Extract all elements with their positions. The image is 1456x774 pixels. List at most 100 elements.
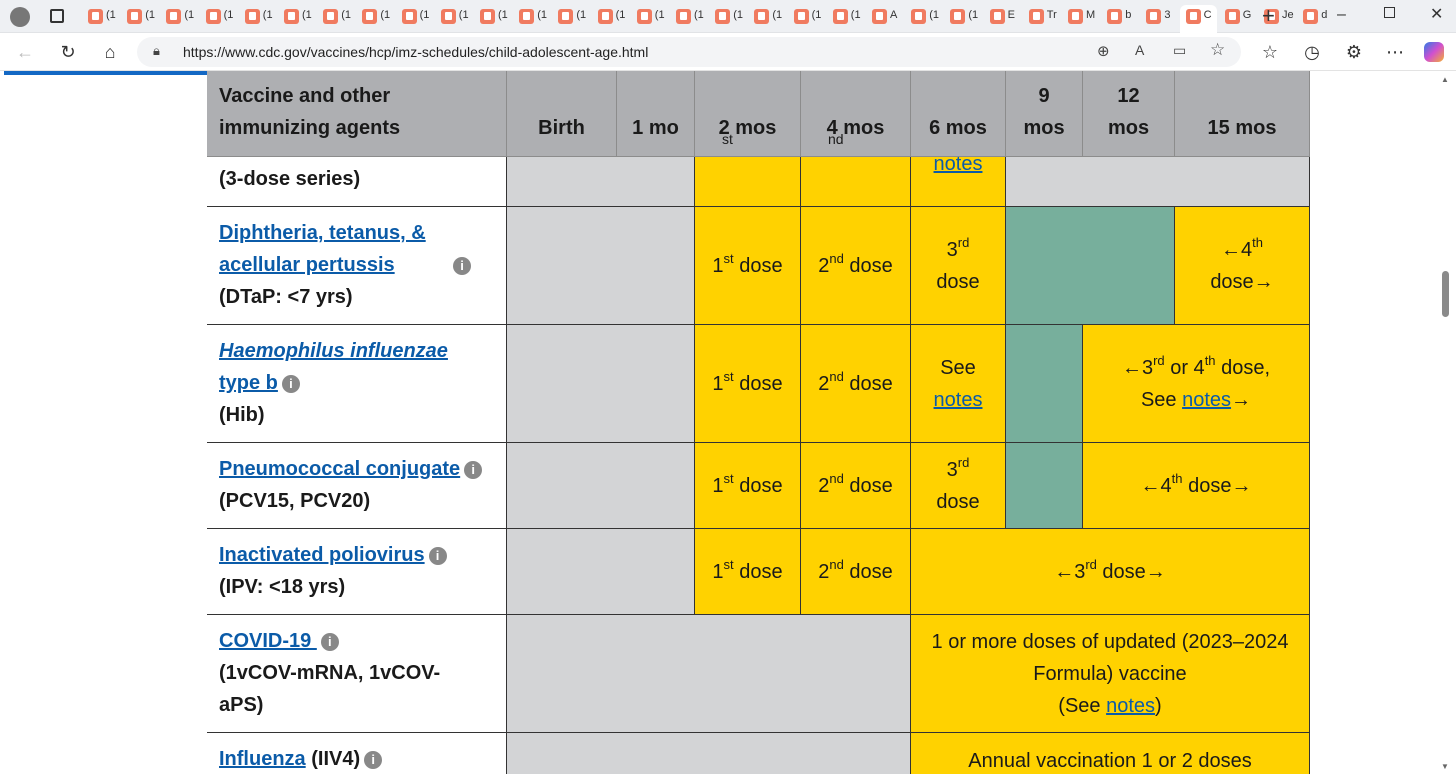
hib-dose3-4-cell: ←3rd or 4th dose, See notes→ [1083, 325, 1310, 443]
browser-tab[interactable]: (1 [82, 5, 119, 29]
tab-favicon-icon [1224, 9, 1240, 24]
scrollbar-thumb[interactable] [1442, 271, 1449, 317]
browser-tab[interactable]: (1 [278, 5, 315, 29]
tab-title: E [1007, 9, 1015, 21]
browser-tab[interactable]: (1 [670, 5, 707, 29]
tab-favicon-icon [950, 9, 966, 24]
history-icon[interactable]: ◷ [1299, 39, 1325, 65]
home-icon[interactable]: ⌂ [97, 39, 123, 65]
covid-notes-link[interactable]: notes [1106, 695, 1155, 717]
browser-tab[interactable]: (1 [474, 5, 511, 29]
browser-tab[interactable]: (1 [905, 5, 942, 29]
browser-tab[interactable]: M [1062, 5, 1099, 29]
restore-button[interactable] [1384, 7, 1395, 18]
browser-tab[interactable]: (1 [239, 5, 276, 29]
hib-notes-link[interactable]: notes [934, 389, 983, 411]
browser-tab[interactable]: (1 [356, 5, 393, 29]
hib-info-icon[interactable]: i [281, 374, 300, 393]
browser-tab[interactable]: (1 [592, 5, 629, 29]
browser-tab[interactable]: (1 [317, 5, 354, 29]
header-9mos: 9 mos [1006, 71, 1083, 157]
tab-title: d [1321, 9, 1328, 21]
browser-tab[interactable]: E [984, 5, 1021, 29]
tab-favicon-icon [127, 9, 143, 24]
tab-actions-icon[interactable] [50, 9, 64, 23]
pcv-info-icon[interactable]: i [464, 460, 483, 479]
browser-tab[interactable]: A [866, 5, 903, 29]
tab-favicon-icon [1146, 9, 1162, 24]
tab-title: (1 [498, 9, 508, 21]
back-icon[interactable]: ← [12, 39, 38, 65]
immunization-schedule-table: notes (3-dose series) Diphtheria, tetanu… [207, 71, 1310, 774]
tab-title: (1 [184, 9, 195, 21]
covid-info-icon[interactable]: i [320, 632, 339, 651]
tab-title: M [1086, 9, 1096, 21]
address-bar[interactable]: 🔒︎ https://www.cdc.gov/vaccines/hcp/imz-… [137, 37, 1241, 67]
covid-link[interactable]: COVID-19 [219, 630, 317, 652]
tab-favicon-icon [793, 9, 809, 24]
pcv-dose4-cell: ←4th dose→ [1083, 443, 1310, 529]
header-vaccine-col: Vaccine and other immunizing agents [207, 71, 507, 157]
hib-link-2[interactable]: type b [219, 372, 278, 394]
browser-tab[interactable]: b [1101, 5, 1138, 29]
flu-info-icon[interactable]: i [364, 750, 383, 769]
browser-tab[interactable]: (1 [513, 5, 550, 29]
tab-favicon-icon [440, 9, 456, 24]
ipv-birth-cell [507, 529, 695, 615]
refresh-icon[interactable]: ↻ [55, 39, 81, 65]
browser-tab[interactable]: (1 [827, 5, 864, 29]
browser-tab[interactable]: (1 [200, 5, 237, 29]
browser-tab[interactable]: (1 [631, 5, 668, 29]
more-menu-icon[interactable]: ⋯ [1382, 39, 1408, 65]
browser-tab[interactable]: (1 [709, 5, 746, 29]
minimize-button[interactable]: – [1337, 6, 1346, 24]
browser-tab[interactable]: (1 [552, 5, 589, 29]
tab-title: (1 [145, 9, 155, 21]
tab-title: (1 [654, 9, 665, 21]
page-scrollbar[interactable] [1438, 71, 1456, 774]
covid-vaccine-cell: COVID-19 i (1vCOV-mRNA, 1vCOV-aPS) [207, 615, 507, 733]
read-aloud-icon[interactable]: A [1135, 42, 1144, 58]
browser-tab[interactable]: (1 [435, 5, 472, 29]
browser-tab[interactable]: (1 [160, 5, 197, 29]
favorite-star-icon[interactable]: ☆ [1210, 40, 1225, 60]
browser-tab[interactable]: (1 [788, 5, 825, 29]
browser-tab[interactable]: (1 [944, 5, 981, 29]
favorites-icon[interactable]: ☆ [1257, 39, 1283, 65]
hib-link[interactable]: Haemophilus influenzae [219, 340, 448, 362]
pcv-link[interactable]: Pneumococcal conjugate [219, 458, 460, 480]
ipv-link[interactable]: Inactivated poliovirus [219, 544, 425, 566]
covid-6-15mos-cell: 1 or more doses of updated (2023–2024 Fo… [911, 615, 1310, 733]
copilot-icon[interactable] [1424, 42, 1444, 62]
browser-tab[interactable]: C [1179, 5, 1217, 33]
ipv-info-icon[interactable]: i [428, 546, 447, 565]
browser-tab[interactable]: (1 [121, 5, 158, 29]
dtap-catchup-cell [1006, 207, 1175, 325]
dtap-info-icon[interactable]: i [453, 256, 471, 275]
zoom-icon[interactable]: ⊕ [1097, 42, 1110, 60]
new-tab-button[interactable]: + [1262, 3, 1275, 29]
scroll-down-arrow-icon[interactable]: ▼ [1441, 762, 1449, 771]
tab-title: (1 [419, 9, 430, 21]
browser-tab[interactable]: G [1219, 5, 1256, 29]
profile-avatar-icon[interactable] [10, 7, 30, 27]
close-window-button[interactable]: ✕ [1430, 4, 1443, 24]
lock-icon[interactable]: 🔒︎ [153, 43, 160, 59]
browser-tab[interactable]: 3 [1140, 5, 1177, 29]
flu-link[interactable]: Influenza [219, 748, 306, 770]
tab-favicon-icon [832, 9, 848, 24]
browser-tab[interactable]: (1 [748, 5, 785, 29]
tab-favicon-icon [1107, 9, 1123, 24]
dtap-link[interactable]: Diphtheria, tetanus, & acellular pertuss… [219, 217, 449, 281]
hib-sub-label: (Hib) [219, 404, 265, 426]
pcv-dose3-cell: 3rd dose [911, 443, 1006, 529]
browser-tab[interactable]: d [1297, 5, 1334, 29]
hib-notes-link-2[interactable]: notes [1182, 389, 1231, 411]
browser-tab[interactable]: (1 [396, 5, 433, 29]
url-text[interactable]: https://www.cdc.gov/vaccines/hcp/imz-sch… [183, 44, 648, 60]
reader-view-icon[interactable]: ▭ [1173, 42, 1186, 59]
pcv-vaccine-cell: Pneumococcal conjugate i (PCV15, PCV20) [207, 443, 507, 529]
browser-tab[interactable]: Tr [1023, 5, 1060, 29]
extensions-icon[interactable]: ⚙ [1341, 39, 1367, 65]
scroll-up-arrow-icon[interactable]: ▲ [1441, 75, 1449, 84]
